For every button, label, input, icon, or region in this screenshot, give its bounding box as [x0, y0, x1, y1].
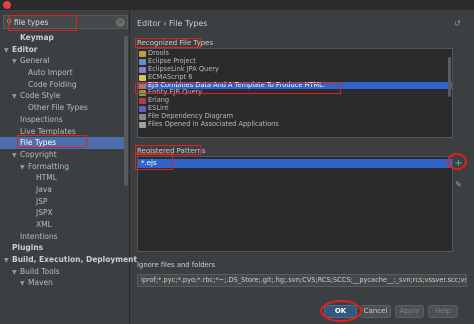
sidebar-item-label: JSPX — [36, 208, 53, 218]
apply-button[interactable]: Apply — [395, 305, 424, 318]
file-types-scrollbar[interactable] — [448, 57, 451, 97]
sidebar-item-code-folding[interactable]: Code Folding — [0, 79, 124, 91]
sidebar-item-code-style[interactable]: ▼ Code Style — [0, 90, 124, 102]
sidebar-item-build-tools[interactable]: ▼ Build Tools — [0, 266, 124, 278]
recognized-file-types-list[interactable]: Drools Eclipse Project EclipseLink JPA Que… — [137, 48, 453, 138]
chevron-down-icon[interactable]: ▼ — [20, 278, 28, 290]
file-type-icon — [139, 82, 146, 89]
sidebar-item-copyright[interactable]: ▼ Copyright — [0, 149, 124, 161]
clear-search-icon[interactable]: × — [116, 17, 125, 27]
sidebar-item-label: Auto Import — [28, 68, 73, 78]
reset-icon[interactable]: ↺ — [454, 19, 461, 28]
search-icon: ⚲ — [6, 18, 12, 26]
settings-search-input[interactable] — [14, 16, 116, 28]
breadcrumb: Editor › File Types — [137, 19, 207, 28]
sidebar-item-formatting[interactable]: ▼ Formatting — [0, 161, 124, 173]
sidebar-item-label: Formatting — [28, 161, 69, 171]
file-type-label: Files Opened in Associated Applications — [148, 120, 279, 129]
sidebar-item-maven[interactable]: ▼ Maven — [0, 277, 124, 289]
help-button[interactable]: Help — [428, 305, 458, 318]
ignore-files-input[interactable]: iprof;*.pyc;*.pyo;*.rbc;*~;.DS_Store;.gi… — [137, 274, 467, 287]
window-titlebar — [0, 0, 474, 10]
ignore-files-label: Ignore files and folders — [137, 261, 216, 269]
sidebar-item-label: Other File Types — [28, 103, 88, 113]
ok-button[interactable]: OK — [324, 305, 357, 318]
sidebar-item-label: HTML — [36, 173, 57, 183]
sidebar-scrollbar[interactable] — [124, 36, 128, 186]
sidebar-item-label: General — [20, 56, 50, 66]
settings-content: Editor › File Types ↺ Recognized File Ty… — [131, 10, 474, 324]
sidebar-item-label: XML — [36, 220, 52, 229]
sidebar-item-editor[interactable]: ▼ Editor — [0, 44, 124, 56]
sidebar-item-label: Plugins — [12, 243, 44, 253]
settings-search-box[interactable]: ⚲ × — [3, 15, 128, 29]
sidebar-item-general[interactable]: ▼ General — [0, 55, 124, 67]
registered-patterns-list[interactable]: *.ejs — [137, 156, 453, 252]
sidebar-item-label: Keymap — [20, 33, 54, 42]
sidebar-item-inspections[interactable]: Inspections — [0, 114, 124, 126]
sidebar-item-intentions[interactable]: Intentions — [0, 231, 124, 243]
sidebar-item-auto-import[interactable]: Auto Import — [0, 67, 124, 79]
file-type-row[interactable]: Files Opened in Associated Applications — [138, 120, 452, 129]
file-type-icon — [139, 74, 146, 81]
file-type-icon — [139, 90, 146, 97]
sidebar-item-label: Code Folding — [28, 79, 77, 89]
sidebar-item-label: Maven — [28, 278, 53, 288]
file-type-icon — [139, 50, 146, 57]
pattern-row[interactable]: *.ejs — [138, 159, 452, 168]
cancel-button[interactable]: Cancel — [360, 305, 391, 318]
sidebar-item-label: Copyright — [20, 149, 57, 159]
file-type-row[interactable]: Erlang — [138, 96, 452, 105]
recognized-file-types-label: Recognized File Types — [137, 39, 214, 47]
registered-patterns-label: Registered Patterns — [137, 147, 206, 155]
sidebar-item-label: Build, Execution, Deployment — [12, 255, 138, 265]
sidebar-item-label: Build Tools — [20, 266, 60, 276]
sidebar-item-label: JSP — [36, 196, 48, 206]
sidebar-item-html[interactable]: HTML — [0, 172, 124, 184]
sidebar-item-label: Intentions — [20, 231, 58, 241]
file-type-icon — [139, 66, 146, 73]
file-type-row[interactable]: Entity EJB Query — [138, 89, 452, 97]
settings-tree: Keymap ▼ Editor ▼ General Auto Import Code Fol… — [0, 32, 137, 289]
sidebar-item-build-execution-deployment[interactable]: ▼ Build, Execution, Deployment — [0, 254, 137, 266]
close-window-icon[interactable] — [3, 1, 11, 9]
file-type-icon — [139, 106, 146, 113]
file-type-icon — [139, 121, 146, 128]
sidebar-item-label: Java — [36, 184, 52, 194]
pencil-icon[interactable]: ✎ — [453, 179, 464, 190]
sidebar-item-xml[interactable]: XML — [0, 219, 124, 231]
sidebar-item-live-templates[interactable]: Live Templates — [0, 126, 124, 138]
sidebar-item-other-file-types[interactable]: Other File Types — [0, 102, 124, 114]
sidebar-item-label: Code Style — [20, 91, 61, 101]
file-type-icon — [139, 114, 146, 121]
sidebar-item-file-types[interactable]: File Types — [0, 137, 124, 149]
sidebar-item-label: Editor — [12, 44, 38, 54]
sidebar-item-label: Inspections — [20, 114, 63, 124]
sidebar-item-label: File Types — [20, 138, 57, 148]
file-type-icon — [139, 58, 146, 65]
sidebar-item-label: Live Templates — [20, 126, 76, 136]
breadcrumb-current: File Types — [168, 19, 208, 28]
sidebar-item-jsp[interactable]: JSP — [0, 196, 124, 208]
plus-icon[interactable]: + — [453, 158, 464, 169]
sidebar-item-keymap[interactable]: Keymap — [0, 32, 124, 44]
sidebar-item-plugins[interactable]: Plugins — [0, 242, 124, 254]
sidebar-item-jspx[interactable]: JSPX — [0, 207, 124, 219]
breadcrumb-separator: › — [163, 19, 167, 28]
file-type-icon — [139, 98, 146, 105]
settings-sidebar: ⚲ × Keymap▼Editor▼GeneralAuto ImportCode… — [0, 10, 137, 324]
sidebar-item-java[interactable]: Java — [0, 184, 124, 196]
breadcrumb-parent: Editor — [137, 19, 161, 28]
